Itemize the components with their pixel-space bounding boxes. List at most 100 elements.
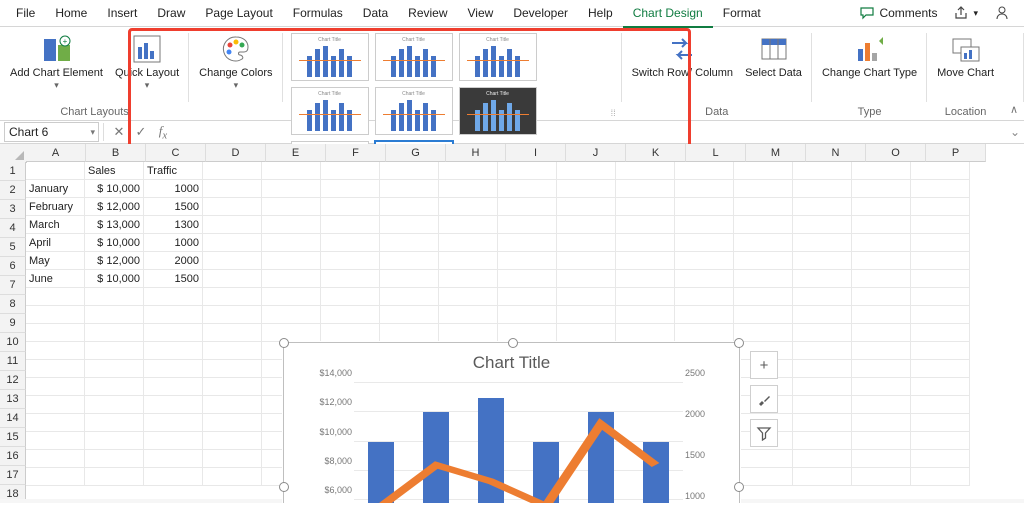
cell-B5[interactable]: $ 10,000 xyxy=(85,234,144,252)
cell-C7[interactable]: 1500 xyxy=(144,270,203,288)
cell-A3[interactable]: February xyxy=(26,198,85,216)
plot-area[interactable]: $-$2,000$4,000$6,000$8,000$10,000$12,000… xyxy=(306,383,717,503)
cell-O3[interactable] xyxy=(852,198,911,216)
cell-F5[interactable] xyxy=(321,234,380,252)
col-header-H[interactable]: H xyxy=(446,144,506,162)
cell-N6[interactable] xyxy=(793,252,852,270)
cell-D4[interactable] xyxy=(203,216,262,234)
secondary-y-axis[interactable]: 05001000150020002500 xyxy=(683,383,717,503)
cell-E1[interactable] xyxy=(262,162,321,180)
cell-I10[interactable] xyxy=(498,324,557,342)
resize-handle[interactable] xyxy=(279,482,289,492)
cell-B13[interactable] xyxy=(85,378,144,396)
cell-L1[interactable] xyxy=(675,162,734,180)
select-data-button[interactable]: Select Data xyxy=(741,31,806,81)
cell-H3[interactable] xyxy=(439,198,498,216)
menu-tab-developer[interactable]: Developer xyxy=(503,0,578,26)
cell-D10[interactable] xyxy=(203,324,262,342)
cell-N13[interactable] xyxy=(793,378,852,396)
cell-E9[interactable] xyxy=(262,306,321,324)
change-chart-type-button[interactable]: Change Chart Type xyxy=(818,31,921,81)
cell-A11[interactable] xyxy=(26,342,85,360)
cell-D3[interactable] xyxy=(203,198,262,216)
cell-A16[interactable] xyxy=(26,432,85,450)
cell-P8[interactable] xyxy=(911,288,970,306)
cell-F1[interactable] xyxy=(321,162,380,180)
cell-G5[interactable] xyxy=(380,234,439,252)
cell-C16[interactable] xyxy=(144,432,203,450)
cell-I4[interactable] xyxy=(498,216,557,234)
row-header-3[interactable]: 3 xyxy=(0,200,26,219)
cell-K5[interactable] xyxy=(616,234,675,252)
cell-A1[interactable] xyxy=(26,162,85,180)
select-all-button[interactable] xyxy=(0,144,27,163)
row-header-11[interactable]: 11 xyxy=(0,352,26,371)
cell-O8[interactable] xyxy=(852,288,911,306)
cell-A8[interactable] xyxy=(26,288,85,306)
cell-A14[interactable] xyxy=(26,396,85,414)
cell-G2[interactable] xyxy=(380,180,439,198)
change-colors-button[interactable]: Change Colors xyxy=(195,31,276,93)
cell-E6[interactable] xyxy=(262,252,321,270)
row-header-17[interactable]: 17 xyxy=(0,466,26,485)
move-chart-button[interactable]: Move Chart xyxy=(933,31,998,81)
cell-D15[interactable] xyxy=(203,414,262,432)
cell-C11[interactable] xyxy=(144,342,203,360)
cell-P13[interactable] xyxy=(911,378,970,396)
menu-tab-format[interactable]: Format xyxy=(713,0,771,26)
cell-K2[interactable] xyxy=(616,180,675,198)
cell-D14[interactable] xyxy=(203,396,262,414)
col-header-J[interactable]: J xyxy=(566,144,626,162)
cell-C1[interactable]: Traffic xyxy=(144,162,203,180)
cell-O9[interactable] xyxy=(852,306,911,324)
cell-M9[interactable] xyxy=(734,306,793,324)
cell-F4[interactable] xyxy=(321,216,380,234)
resize-handle[interactable] xyxy=(734,482,744,492)
cell-O17[interactable] xyxy=(852,450,911,468)
worksheet-grid[interactable]: ABCDEFGHIJKLMNOP 12345678910111213141516… xyxy=(0,144,1024,503)
cell-J4[interactable] xyxy=(557,216,616,234)
cell-F10[interactable] xyxy=(321,324,380,342)
row-header-9[interactable]: 9 xyxy=(0,314,26,333)
cell-K7[interactable] xyxy=(616,270,675,288)
cell-A7[interactable]: June xyxy=(26,270,85,288)
cell-J10[interactable] xyxy=(557,324,616,342)
cell-O6[interactable] xyxy=(852,252,911,270)
cell-F8[interactable] xyxy=(321,288,380,306)
cell-G9[interactable] xyxy=(380,306,439,324)
cell-L8[interactable] xyxy=(675,288,734,306)
cell-P6[interactable] xyxy=(911,252,970,270)
insert-function-button[interactable]: fx xyxy=(152,123,174,142)
cell-N8[interactable] xyxy=(793,288,852,306)
cell-A15[interactable] xyxy=(26,414,85,432)
cell-P10[interactable] xyxy=(911,324,970,342)
switch-row-column-button[interactable]: Switch Row/ Column xyxy=(628,31,737,81)
row-headers[interactable]: 123456789101112131415161718 xyxy=(0,162,26,503)
cell-G7[interactable] xyxy=(380,270,439,288)
cell-O14[interactable] xyxy=(852,396,911,414)
cell-I5[interactable] xyxy=(498,234,557,252)
cell-C12[interactable] xyxy=(144,360,203,378)
name-box[interactable]: Chart 6 ▾ xyxy=(4,122,99,142)
menu-tab-data[interactable]: Data xyxy=(353,0,398,26)
cell-F2[interactable] xyxy=(321,180,380,198)
cell-C17[interactable] xyxy=(144,450,203,468)
cell-J3[interactable] xyxy=(557,198,616,216)
cell-J8[interactable] xyxy=(557,288,616,306)
cell-E4[interactable] xyxy=(262,216,321,234)
cell-B16[interactable] xyxy=(85,432,144,450)
row-header-4[interactable]: 4 xyxy=(0,219,26,238)
cell-K6[interactable] xyxy=(616,252,675,270)
embedded-chart[interactable]: Chart Title $-$2,000$4,000$6,000$8,000$1… xyxy=(283,342,740,503)
menu-tab-help[interactable]: Help xyxy=(578,0,623,26)
cell-C4[interactable]: 1300 xyxy=(144,216,203,234)
col-header-A[interactable]: A xyxy=(26,144,86,162)
cell-N2[interactable] xyxy=(793,180,852,198)
cell-P1[interactable] xyxy=(911,162,970,180)
cell-K10[interactable] xyxy=(616,324,675,342)
cell-D5[interactable] xyxy=(203,234,262,252)
add-chart-element-button[interactable]: + Add Chart Element xyxy=(6,31,107,93)
row-header-6[interactable]: 6 xyxy=(0,257,26,276)
cell-N7[interactable] xyxy=(793,270,852,288)
share-button[interactable]: ▾ xyxy=(945,5,986,21)
